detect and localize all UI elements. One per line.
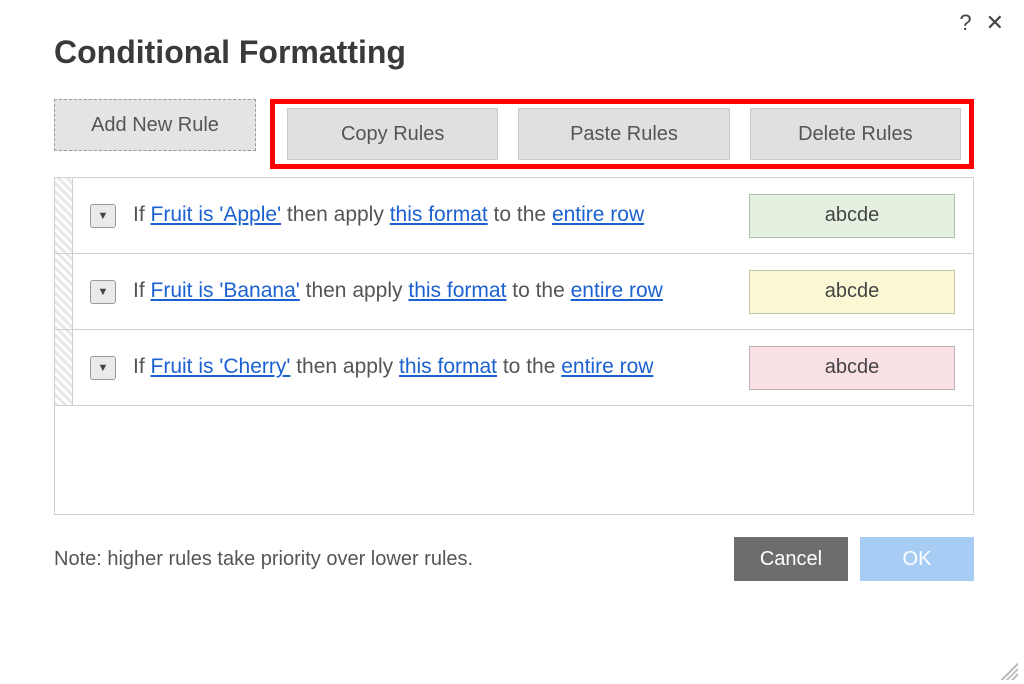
copy-rules-button[interactable]: Copy Rules [287,108,498,160]
title-bar-icons: ? ✕ [959,10,1004,36]
rule-format-preview[interactable]: abcde [749,346,955,390]
rule-description: If Fruit is 'Cherry' then apply this for… [133,330,743,405]
rule-condition-link[interactable]: Fruit is 'Apple' [151,203,282,226]
rule-scope-link[interactable]: entire row [561,355,653,378]
annotation-highlight: Copy Rules Paste Rules Delete Rules [270,99,974,169]
conditional-formatting-dialog: ? ✕ Conditional Formatting Add New Rule … [54,10,974,581]
rule-sample-cell: abcde [743,178,973,253]
dialog-footer: Note: higher rules take priority over lo… [54,537,974,581]
rule-menu-cell: ▼ [73,254,133,329]
rule-drag-handle[interactable] [55,330,73,405]
rule-drag-handle[interactable] [55,254,73,329]
rule-drag-handle[interactable] [55,178,73,253]
close-icon[interactable]: ✕ [986,10,1004,36]
rule-sample-cell: abcde [743,330,973,405]
rule-row: ▼ If Fruit is 'Banana' then apply this fo… [55,254,973,330]
rule-format-link[interactable]: this format [408,279,506,302]
rule-menu-cell: ▼ [73,178,133,253]
rule-description: If Fruit is 'Apple' then apply this form… [133,178,743,253]
help-icon[interactable]: ? [959,10,971,36]
rule-condition-link[interactable]: Fruit is 'Cherry' [151,355,291,378]
rule-condition-link[interactable]: Fruit is 'Banana' [151,279,300,302]
rule-format-link[interactable]: this format [399,355,497,378]
ok-button[interactable]: OK [860,537,974,581]
cancel-button[interactable]: Cancel [734,537,848,581]
dialog-title: Conditional Formatting [54,34,974,71]
rules-list: ▼ If Fruit is 'Apple' then apply this for… [54,177,974,515]
rule-description: If Fruit is 'Banana' then apply this for… [133,254,743,329]
rule-scope-link[interactable]: entire row [571,279,663,302]
add-new-rule-button[interactable]: Add New Rule [54,99,256,151]
chevron-down-icon: ▼ [98,210,109,222]
chevron-down-icon: ▼ [98,362,109,374]
chevron-down-icon: ▼ [98,286,109,298]
rule-row: ▼ If Fruit is 'Apple' then apply this for… [55,178,973,254]
rule-scope-link[interactable]: entire row [552,203,644,226]
rule-menu-button[interactable]: ▼ [90,204,116,228]
rule-format-preview[interactable]: abcde [749,270,955,314]
paste-rules-button[interactable]: Paste Rules [518,108,729,160]
rule-menu-cell: ▼ [73,330,133,405]
rule-sample-cell: abcde [743,254,973,329]
resize-grip-icon[interactable] [996,658,1018,680]
rule-format-link[interactable]: this format [390,203,488,226]
priority-note: Note: higher rules take priority over lo… [54,548,722,571]
delete-rules-button[interactable]: Delete Rules [750,108,961,160]
rule-menu-button[interactable]: ▼ [90,280,116,304]
rules-toolbar: Add New Rule Copy Rules Paste Rules Dele… [54,99,974,169]
rule-menu-button[interactable]: ▼ [90,356,116,380]
rule-row: ▼ If Fruit is 'Cherry' then apply this fo… [55,330,973,406]
rule-format-preview[interactable]: abcde [749,194,955,238]
